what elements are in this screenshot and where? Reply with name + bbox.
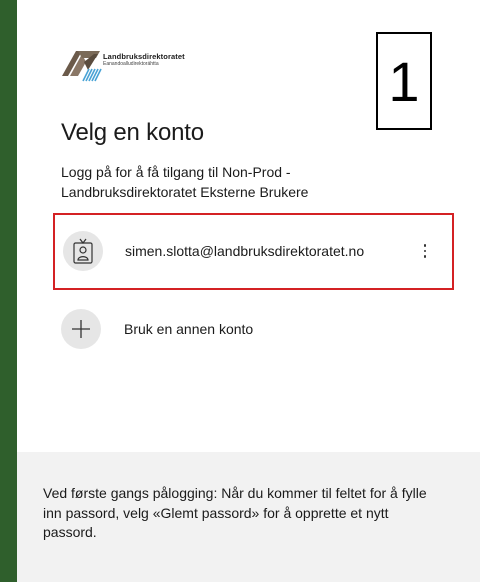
logo-title: Landbruksdirektoratet [103,52,185,61]
landbruk-logo-icon [62,51,102,82]
page-title: Velg en konto [61,119,204,146]
account-tile[interactable]: simen.slotta@landbruksdirektoratet.no [53,213,454,290]
use-another-account-button[interactable]: Bruk en annen konto [53,305,454,357]
organization-logo: Landbruksdirektoratet Eanandoalludirekto… [62,48,227,96]
add-account-circle [61,309,101,349]
step-number-badge: 1 [376,32,432,130]
account-avatar [63,231,103,271]
logo-subtitle: Eanandoalludirektoráhtta [103,61,159,67]
first-login-note: Ved første gangs pålogging: Når du komme… [43,485,427,540]
more-vertical-icon [423,244,427,247]
id-badge-icon [73,238,93,264]
more-options-button[interactable] [413,237,437,265]
use-another-account-label: Bruk en annen konto [124,321,254,337]
account-email: simen.slotta@landbruksdirektoratet.no [125,243,365,259]
page-description: Logg på for å få tilgang til Non-Prod - … [61,164,309,200]
plus-icon [72,320,90,338]
